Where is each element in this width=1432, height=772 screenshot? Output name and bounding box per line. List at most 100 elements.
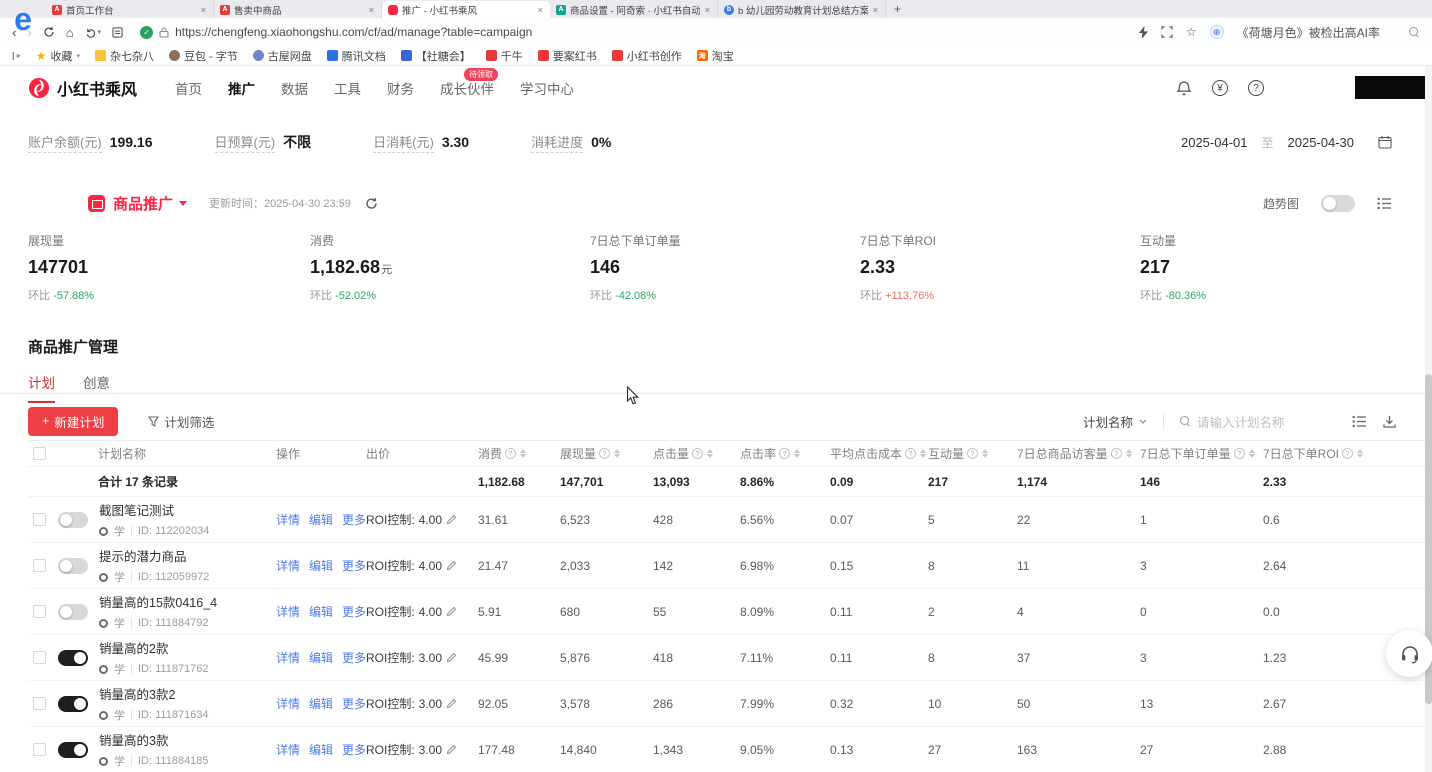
screenshot-icon[interactable] xyxy=(1161,26,1173,38)
tab-计划[interactable]: 计划 xyxy=(28,372,55,403)
column-settings-icon[interactable] xyxy=(1377,197,1392,210)
info-icon[interactable]: ? xyxy=(1111,448,1122,459)
nav-item-工具[interactable]: 工具 xyxy=(334,78,361,98)
action-link-更多[interactable]: 更多 xyxy=(342,649,366,666)
plan-enable-toggle[interactable] xyxy=(58,742,88,758)
browser-logo[interactable]: e xyxy=(14,3,32,35)
plan-enable-toggle[interactable] xyxy=(58,604,88,620)
undo-icon[interactable]: ▾ xyxy=(85,27,102,38)
row-checkbox[interactable] xyxy=(33,651,46,664)
browser-tab[interactable]: A商品设置 - 阿奇索 · 小红书自动× xyxy=(550,1,718,18)
bookmark-item[interactable]: 要案红书 xyxy=(538,48,597,64)
column-header[interactable]: 操作 xyxy=(276,445,366,462)
column-header[interactable]: 互动量? xyxy=(928,445,1017,462)
info-icon[interactable]: ? xyxy=(1342,448,1353,459)
action-link-详情[interactable]: 详情 xyxy=(276,603,300,620)
tab-close-icon[interactable]: × xyxy=(704,5,711,15)
plan-enable-toggle[interactable] xyxy=(58,558,88,574)
new-tab-button[interactable]: + xyxy=(894,2,901,18)
plan-name[interactable]: 销量高的3款 xyxy=(99,730,209,749)
date-range-picker[interactable]: 2025-04-01 至 2025-04-30 xyxy=(1181,134,1392,151)
notification-bell-icon[interactable] xyxy=(1176,80,1192,97)
edit-bid-icon[interactable] xyxy=(446,606,457,617)
info-icon[interactable]: ? xyxy=(779,448,790,459)
sort-icon[interactable] xyxy=(1249,449,1255,458)
info-icon[interactable]: ? xyxy=(692,448,703,459)
bookmark-item[interactable]: 杂七杂八 xyxy=(95,48,154,64)
action-link-详情[interactable]: 详情 xyxy=(276,557,300,574)
action-link-详情[interactable]: 详情 xyxy=(276,741,300,758)
sort-icon[interactable] xyxy=(707,449,713,458)
plan-name[interactable]: 销量高的2款 xyxy=(99,638,209,657)
address-bar[interactable]: ✓ https://chengfeng.xiaohongshu.com/cf/a… xyxy=(140,25,532,39)
nav-item-推广[interactable]: 推广 xyxy=(228,78,255,98)
tab-close-icon[interactable]: × xyxy=(537,5,544,15)
bookmark-item[interactable]: 淘淘宝 xyxy=(697,48,734,64)
info-icon[interactable]: ? xyxy=(905,448,916,459)
column-header[interactable]: 7日总商品访客量? xyxy=(1017,445,1140,462)
date-end[interactable]: 2025-04-30 xyxy=(1288,135,1355,150)
row-checkbox[interactable] xyxy=(33,513,46,526)
tab-close-icon[interactable]: × xyxy=(368,5,375,15)
plan-search-input[interactable]: 请输入计划名称 xyxy=(1180,412,1330,431)
action-link-编辑[interactable]: 编辑 xyxy=(309,603,333,620)
download-icon[interactable] xyxy=(1383,415,1396,428)
help-icon[interactable]: ? xyxy=(1248,80,1264,96)
action-link-更多[interactable]: 更多 xyxy=(342,741,366,758)
browser-tab[interactable]: A首页工作台× xyxy=(46,1,214,18)
bookmark-item[interactable]: 小红书创作 xyxy=(612,48,682,64)
nav-item-数据[interactable]: 数据 xyxy=(281,78,308,98)
refresh-data-icon[interactable] xyxy=(365,197,378,210)
trend-chart-toggle[interactable] xyxy=(1321,195,1355,212)
favorite-star-icon[interactable]: ☆ xyxy=(1186,25,1197,39)
url-text[interactable]: https://chengfeng.xiaohongshu.com/cf/ad/… xyxy=(175,25,532,39)
sort-icon[interactable] xyxy=(794,449,800,458)
plan-filter-button[interactable]: 计划筛选 xyxy=(148,412,214,431)
sort-icon[interactable] xyxy=(1126,449,1132,458)
action-link-更多[interactable]: 更多 xyxy=(342,603,366,620)
column-header[interactable]: 出价 xyxy=(366,445,478,462)
info-icon[interactable]: ? xyxy=(967,448,978,459)
plan-name[interactable]: 销量高的3款2 xyxy=(99,684,209,703)
sort-icon[interactable] xyxy=(1357,449,1363,458)
sort-icon[interactable] xyxy=(614,449,620,458)
brand-logo[interactable]: 小红书乘风 xyxy=(28,76,137,100)
action-link-编辑[interactable]: 编辑 xyxy=(309,557,333,574)
balance-yen-icon[interactable]: ¥ xyxy=(1212,80,1228,96)
bookmark-item[interactable]: 古屋网盘 xyxy=(253,48,312,64)
new-plan-button[interactable]: + 新建计划 xyxy=(28,407,118,436)
column-header[interactable]: 7日总下单ROI? xyxy=(1263,445,1383,462)
info-icon[interactable]: ? xyxy=(1234,448,1245,459)
plan-name[interactable]: 销量高的15款0416_4 xyxy=(99,592,217,611)
browser-tab[interactable]: bb 幼儿园劳动教育计划总结方案× xyxy=(718,1,886,18)
bookmark-item[interactable]: 千牛 xyxy=(486,48,523,64)
column-header[interactable]: 计划名称 xyxy=(58,445,276,462)
bookmark-item[interactable]: 腾讯文档 xyxy=(327,48,386,64)
home-icon[interactable]: ⌂ xyxy=(66,26,74,39)
sort-icon[interactable] xyxy=(520,449,526,458)
plan-enable-toggle[interactable] xyxy=(58,650,88,666)
section-title[interactable]: 商品推广 xyxy=(113,193,173,214)
nav-item-学习中心[interactable]: 学习中心 xyxy=(520,78,574,98)
plan-name[interactable]: 提示的潜力商品 xyxy=(99,546,209,565)
edit-bid-icon[interactable] xyxy=(446,744,457,755)
action-link-详情[interactable]: 详情 xyxy=(276,695,300,712)
nav-item-财务[interactable]: 财务 xyxy=(387,78,414,98)
action-link-编辑[interactable]: 编辑 xyxy=(309,695,333,712)
safe-badge-icon[interactable]: ✓ xyxy=(140,26,153,39)
edit-bid-icon[interactable] xyxy=(446,514,457,525)
bookmark-item[interactable]: 豆包 - 字节 xyxy=(169,48,238,64)
action-link-编辑[interactable]: 编辑 xyxy=(309,511,333,528)
column-header[interactable]: 展现量? xyxy=(560,445,653,462)
tab-close-icon[interactable]: × xyxy=(872,5,879,15)
select-all-checkbox[interactable] xyxy=(33,447,46,460)
info-icon[interactable]: ? xyxy=(505,448,516,459)
tab-创意[interactable]: 创意 xyxy=(83,372,110,403)
date-start[interactable]: 2025-04-01 xyxy=(1181,135,1248,150)
action-link-详情[interactable]: 详情 xyxy=(276,511,300,528)
row-checkbox[interactable] xyxy=(33,697,46,710)
action-link-编辑[interactable]: 编辑 xyxy=(309,649,333,666)
action-link-更多[interactable]: 更多 xyxy=(342,695,366,712)
bookmark-item[interactable]: 【社糖会】 xyxy=(401,48,471,64)
calendar-icon[interactable] xyxy=(1378,135,1392,149)
